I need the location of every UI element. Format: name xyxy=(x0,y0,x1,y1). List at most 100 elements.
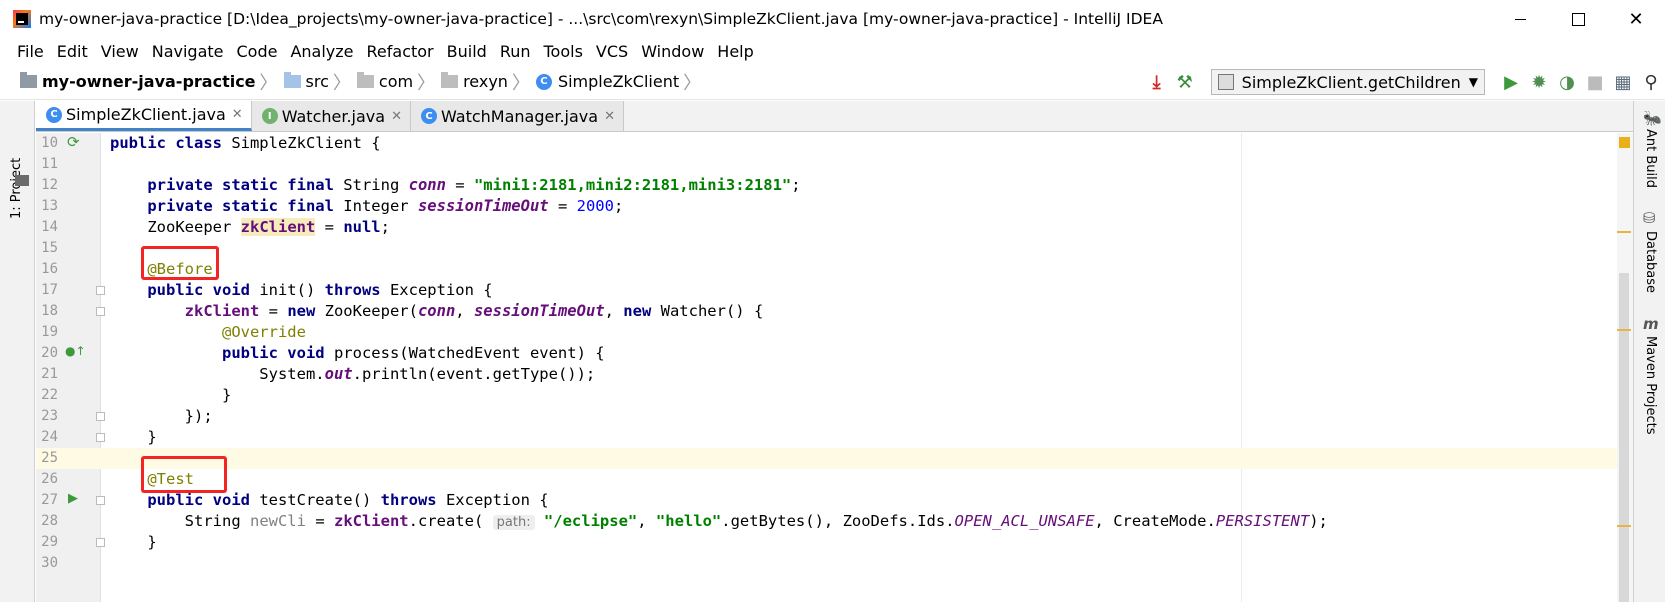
project-structure-icon[interactable]: ▦ xyxy=(1609,68,1637,96)
warning-stripe-mark[interactable] xyxy=(1617,525,1631,527)
breadcrumb-src-label: src xyxy=(305,72,329,91)
source-folder-icon xyxy=(283,72,301,88)
maven-projects-tool-button[interactable]: Maven Projects xyxy=(1643,336,1658,435)
close-icon[interactable]: ✕ xyxy=(391,109,402,124)
code-line-23: 23 }); xyxy=(41,407,213,425)
run-with-coverage-icon[interactable]: ◑ xyxy=(1553,68,1581,96)
fold-marker-icon[interactable] xyxy=(96,433,105,442)
code-line-16: 16 @Before xyxy=(41,260,213,278)
code-line-15: 15 xyxy=(41,240,58,256)
breadcrumb-class-label: SimpleZkClient xyxy=(557,72,680,91)
code-line-13: 13 private static final Integer sessionT… xyxy=(41,197,624,215)
chevron-right-icon: 〉 xyxy=(259,72,278,94)
menu-view[interactable]: View xyxy=(101,42,139,61)
warning-stripe-mark[interactable] xyxy=(1617,231,1631,233)
left-tool-strip: 1: Project xyxy=(0,101,35,602)
parameter-hint: path: xyxy=(492,515,535,530)
database-icon: ⛁ xyxy=(1643,209,1656,227)
chevron-down-icon: ▼ xyxy=(1468,75,1478,89)
editor-scrollbar[interactable] xyxy=(1617,133,1633,602)
code-line-10: 10 public class SimpleZkClient { xyxy=(41,134,381,152)
menu-file[interactable]: File xyxy=(17,42,44,61)
code-line-27: 27 public void testCreate() throws Excep… xyxy=(41,491,549,509)
breadcrumb-rexyn-label: rexyn xyxy=(463,72,508,91)
menu-help[interactable]: Help xyxy=(717,42,753,61)
menu-vcs[interactable]: VCS xyxy=(596,42,628,61)
menu-run[interactable]: Run xyxy=(500,42,531,61)
code-line-30: 30 xyxy=(41,555,58,571)
package-icon xyxy=(356,72,374,88)
code-line-19: 19 @Override xyxy=(41,323,306,341)
breadcrumb-class[interactable]: C SimpleZkClient 〉 xyxy=(535,69,707,95)
code-line-14: 14 ZooKeeper zkClient = null; xyxy=(41,218,390,236)
menu-tools[interactable]: Tools xyxy=(544,42,583,61)
ant-build-tool-button[interactable]: Ant Build xyxy=(1643,129,1658,188)
run-configuration-label: SimpleZkClient.getChildren xyxy=(1241,72,1461,92)
menu-window[interactable]: Window xyxy=(641,42,704,61)
warning-stripe-mark[interactable] xyxy=(1617,329,1631,331)
tab-watchmanager[interactable]: C WatchManager.java ✕ xyxy=(410,101,624,131)
search-icon[interactable]: ⚲ xyxy=(1637,68,1665,96)
interface-icon: I xyxy=(261,108,278,124)
minimize-button[interactable] xyxy=(1491,0,1549,38)
package-icon xyxy=(441,72,459,88)
code-line-11: 11 xyxy=(41,156,58,172)
chevron-right-icon: 〉 xyxy=(417,72,436,94)
fold-marker-icon[interactable] xyxy=(96,286,105,295)
close-button[interactable]: ✕ xyxy=(1607,0,1665,38)
code-line-28: 28 String newCli = zkClient.create( path… xyxy=(41,512,1328,530)
close-icon[interactable]: ✕ xyxy=(604,109,615,124)
download-icon[interactable]: ⤓ xyxy=(1143,68,1171,96)
fold-marker-icon[interactable] xyxy=(96,496,105,505)
code-line-12: 12 private static final String conn = "m… xyxy=(41,176,801,194)
fold-marker-icon[interactable] xyxy=(96,538,105,547)
build-hammer-icon[interactable]: ⚒ xyxy=(1171,68,1199,96)
tab-label: Watcher.java xyxy=(281,106,386,126)
breadcrumb-com-label: com xyxy=(378,72,414,91)
code-line-20: 20 public void process(WatchedEvent even… xyxy=(41,344,605,362)
breadcrumb-project[interactable]: my-owner-java-practice 〉 xyxy=(20,69,284,95)
run-configuration-select[interactable]: SimpleZkClient.getChildren ▼ xyxy=(1210,69,1485,95)
code-line-22: 22 } xyxy=(41,386,232,404)
close-icon[interactable]: ✕ xyxy=(232,107,243,122)
breadcrumb-project-label: my-owner-java-practice xyxy=(42,72,256,91)
menu-build[interactable]: Build xyxy=(447,42,487,61)
menu-navigate[interactable]: Navigate xyxy=(152,42,224,61)
breadcrumb-com[interactable]: com 〉 xyxy=(356,69,441,95)
ant-icon: 🐜 xyxy=(1643,109,1662,127)
code-line-25: 25 xyxy=(36,448,1633,469)
class-icon: C xyxy=(46,106,62,123)
class-icon: C xyxy=(535,73,552,90)
database-tool-button[interactable]: Database xyxy=(1643,231,1658,293)
debug-icon[interactable]: ✹ xyxy=(1525,68,1553,96)
project-folder-icon xyxy=(20,72,37,88)
menu-refactor[interactable]: Refactor xyxy=(367,42,434,61)
run-icon[interactable]: ▶ xyxy=(1497,68,1525,96)
breadcrumb-src[interactable]: src 〉 xyxy=(283,69,357,95)
project-tool-button[interactable]: 1: Project xyxy=(9,158,24,219)
scrollbar-thumb[interactable] xyxy=(1619,273,1629,602)
implements-method-icon[interactable]: ●↑ xyxy=(65,344,86,358)
fold-marker-icon[interactable] xyxy=(96,412,105,421)
junit-config-icon xyxy=(1217,74,1234,90)
stop-icon[interactable]: ■ xyxy=(1581,68,1609,96)
maximize-button[interactable] xyxy=(1549,0,1607,38)
tab-simplezkclient[interactable]: C SimpleZkClient.java ✕ xyxy=(36,101,252,131)
main-toolbar: ⤓ ⚒ SimpleZkClient.getChildren ▼ ▶ ✹ ◑ ■… xyxy=(1143,64,1665,100)
code-editor[interactable]: 10 public class SimpleZkClient { 11 12 pr… xyxy=(36,133,1633,602)
project-folder-icon xyxy=(15,175,29,186)
fold-marker-icon[interactable] xyxy=(96,307,105,316)
run-class-icon[interactable]: ⟳ xyxy=(67,133,80,151)
run-test-icon[interactable]: ▶ xyxy=(68,491,78,506)
right-tool-strip: 🐜 Ant Build ⛁ Database m Maven Projects xyxy=(1633,101,1665,602)
menu-edit[interactable]: Edit xyxy=(57,42,88,61)
tab-watcher[interactable]: I Watcher.java ✕ xyxy=(251,101,411,131)
menu-code[interactable]: Code xyxy=(237,42,278,61)
warning-indicator-icon[interactable] xyxy=(1619,137,1630,148)
code-line-26: 26 @Test xyxy=(41,470,194,488)
menu-analyze[interactable]: Analyze xyxy=(290,42,353,61)
code-line-17: 17 public void init() throws Exception { xyxy=(41,281,493,299)
breadcrumb-rexyn[interactable]: rexyn 〉 xyxy=(441,69,536,95)
highlight-box-test xyxy=(141,456,227,493)
chevron-right-icon: 〉 xyxy=(511,72,530,94)
